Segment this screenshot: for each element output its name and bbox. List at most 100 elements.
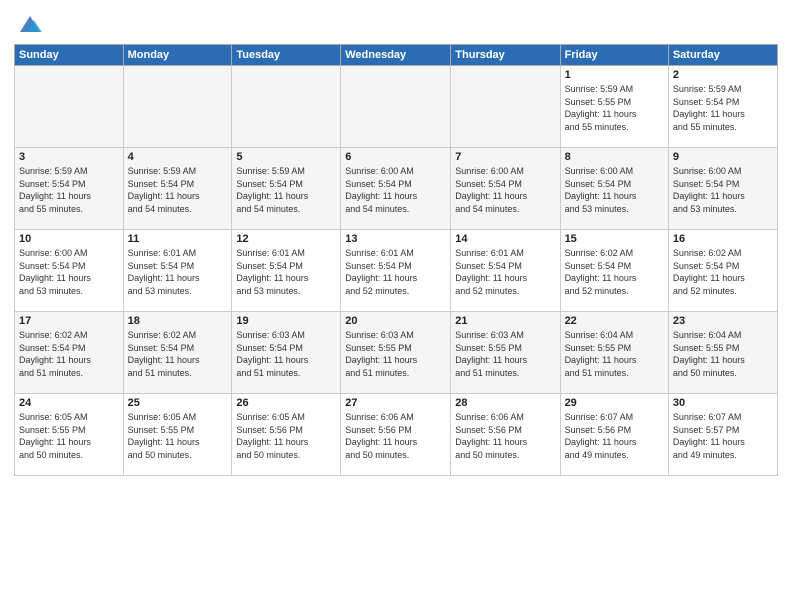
day-number: 27 <box>345 397 446 409</box>
calendar-cell: 17 Sunrise: 6:02 AM Sunset: 5:54 PM Dayli… <box>15 312 124 394</box>
calendar-cell: 14Sunrise: 6:01 AM Sunset: 5:54 PM Dayli… <box>451 230 560 312</box>
day-number: 12 <box>236 233 336 245</box>
calendar-cell: 21 Sunrise: 6:03 AM Sunset: 5:55 PM Dayli… <box>451 312 560 394</box>
calendar-week-row: 1 Sunrise: 5:59 AM Sunset: 5:55 PM Daylig… <box>15 66 778 148</box>
day-number: 4 <box>128 151 228 163</box>
calendar-cell: 29Sunrise: 6:07 AM Sunset: 5:56 PM Dayli… <box>560 394 668 476</box>
day-info: Sunrise: 5:59 AM Sunset: 5:54 PM Dayligh… <box>128 165 228 215</box>
calendar-cell <box>232 66 341 148</box>
calendar-cell <box>451 66 560 148</box>
day-info: Sunrise: 5:59 AM Sunset: 5:54 PM Dayligh… <box>19 165 119 215</box>
calendar-cell: 22 Sunrise: 6:04 AM Sunset: 5:55 PM Dayli… <box>560 312 668 394</box>
calendar-cell: 30 Sunrise: 6:07 AM Sunset: 5:57 PM Dayli… <box>668 394 777 476</box>
calendar-cell: 9 Sunrise: 6:00 AM Sunset: 5:54 PM Daylig… <box>668 148 777 230</box>
calendar-cell: 7 Sunrise: 6:00 AM Sunset: 5:54 PM Daylig… <box>451 148 560 230</box>
weekday-header-friday: Friday <box>560 45 668 66</box>
day-info: Sunrise: 6:02 AM Sunset: 5:54 PM Dayligh… <box>128 329 228 379</box>
day-number: 21 <box>455 315 555 327</box>
weekday-header-wednesday: Wednesday <box>341 45 451 66</box>
day-number: 6 <box>345 151 446 163</box>
day-info: Sunrise: 6:04 AM Sunset: 5:55 PM Dayligh… <box>565 329 664 379</box>
day-number: 18 <box>128 315 228 327</box>
calendar-cell: 10 Sunrise: 6:00 AM Sunset: 5:54 PM Dayli… <box>15 230 124 312</box>
calendar-cell: 23 Sunrise: 6:04 AM Sunset: 5:55 PM Dayli… <box>668 312 777 394</box>
calendar-table: SundayMondayTuesdayWednesdayThursdayFrid… <box>14 44 778 476</box>
day-info: Sunrise: 6:02 AM Sunset: 5:54 PM Dayligh… <box>19 329 119 379</box>
calendar-cell: 19 Sunrise: 6:03 AM Sunset: 5:54 PM Dayli… <box>232 312 341 394</box>
calendar-cell: 27 Sunrise: 6:06 AM Sunset: 5:56 PM Dayli… <box>341 394 451 476</box>
day-info: Sunrise: 6:00 AM Sunset: 5:54 PM Dayligh… <box>455 165 555 215</box>
day-info: Sunrise: 6:05 AM Sunset: 5:55 PM Dayligh… <box>128 411 228 461</box>
day-info: Sunrise: 5:59 AM Sunset: 5:54 PM Dayligh… <box>236 165 336 215</box>
calendar-cell: 1 Sunrise: 5:59 AM Sunset: 5:55 PM Daylig… <box>560 66 668 148</box>
day-info: Sunrise: 5:59 AM Sunset: 5:54 PM Dayligh… <box>673 83 773 133</box>
day-info: Sunrise: 6:05 AM Sunset: 5:56 PM Dayligh… <box>236 411 336 461</box>
logo-icon <box>16 10 44 38</box>
calendar-cell <box>15 66 124 148</box>
day-number: 3 <box>19 151 119 163</box>
weekday-header-saturday: Saturday <box>668 45 777 66</box>
day-number: 13 <box>345 233 446 245</box>
day-info: Sunrise: 6:01 AM Sunset: 5:54 PM Dayligh… <box>455 247 555 297</box>
day-info: Sunrise: 6:07 AM Sunset: 5:57 PM Dayligh… <box>673 411 773 461</box>
calendar-cell <box>341 66 451 148</box>
weekday-header-row: SundayMondayTuesdayWednesdayThursdayFrid… <box>15 45 778 66</box>
page: SundayMondayTuesdayWednesdayThursdayFrid… <box>0 0 792 612</box>
day-number: 20 <box>345 315 446 327</box>
calendar-cell: 15Sunrise: 6:02 AM Sunset: 5:54 PM Dayli… <box>560 230 668 312</box>
weekday-header-monday: Monday <box>123 45 232 66</box>
day-info: Sunrise: 6:00 AM Sunset: 5:54 PM Dayligh… <box>19 247 119 297</box>
day-info: Sunrise: 6:06 AM Sunset: 5:56 PM Dayligh… <box>345 411 446 461</box>
day-number: 8 <box>565 151 664 163</box>
weekday-header-tuesday: Tuesday <box>232 45 341 66</box>
day-number: 1 <box>565 69 664 81</box>
day-number: 24 <box>19 397 119 409</box>
calendar-cell <box>123 66 232 148</box>
day-info: Sunrise: 6:06 AM Sunset: 5:56 PM Dayligh… <box>455 411 555 461</box>
day-number: 11 <box>128 233 228 245</box>
day-number: 30 <box>673 397 773 409</box>
day-info: Sunrise: 6:00 AM Sunset: 5:54 PM Dayligh… <box>673 165 773 215</box>
calendar-cell: 6Sunrise: 6:00 AM Sunset: 5:54 PM Daylig… <box>341 148 451 230</box>
day-number: 29 <box>565 397 664 409</box>
day-info: Sunrise: 6:05 AM Sunset: 5:55 PM Dayligh… <box>19 411 119 461</box>
day-number: 7 <box>455 151 555 163</box>
day-number: 15 <box>565 233 664 245</box>
calendar-cell: 16 Sunrise: 6:02 AM Sunset: 5:54 PM Dayli… <box>668 230 777 312</box>
day-info: Sunrise: 6:02 AM Sunset: 5:54 PM Dayligh… <box>673 247 773 297</box>
day-info: Sunrise: 5:59 AM Sunset: 5:55 PM Dayligh… <box>565 83 664 133</box>
day-info: Sunrise: 6:03 AM Sunset: 5:55 PM Dayligh… <box>455 329 555 379</box>
day-number: 10 <box>19 233 119 245</box>
header <box>14 10 778 38</box>
calendar-cell: 3 Sunrise: 5:59 AM Sunset: 5:54 PM Daylig… <box>15 148 124 230</box>
day-number: 9 <box>673 151 773 163</box>
calendar-cell: 25Sunrise: 6:05 AM Sunset: 5:55 PM Dayli… <box>123 394 232 476</box>
logo <box>14 10 44 38</box>
calendar-cell: 11 Sunrise: 6:01 AM Sunset: 5:54 PM Dayli… <box>123 230 232 312</box>
day-info: Sunrise: 6:03 AM Sunset: 5:54 PM Dayligh… <box>236 329 336 379</box>
day-info: Sunrise: 6:03 AM Sunset: 5:55 PM Dayligh… <box>345 329 446 379</box>
day-info: Sunrise: 6:01 AM Sunset: 5:54 PM Dayligh… <box>345 247 446 297</box>
day-info: Sunrise: 6:01 AM Sunset: 5:54 PM Dayligh… <box>128 247 228 297</box>
day-number: 5 <box>236 151 336 163</box>
day-number: 17 <box>19 315 119 327</box>
day-number: 19 <box>236 315 336 327</box>
calendar-cell: 13 Sunrise: 6:01 AM Sunset: 5:54 PM Dayli… <box>341 230 451 312</box>
day-info: Sunrise: 6:04 AM Sunset: 5:55 PM Dayligh… <box>673 329 773 379</box>
day-number: 22 <box>565 315 664 327</box>
calendar-cell: 4 Sunrise: 5:59 AM Sunset: 5:54 PM Daylig… <box>123 148 232 230</box>
calendar-week-row: 24 Sunrise: 6:05 AM Sunset: 5:55 PM Dayli… <box>15 394 778 476</box>
day-info: Sunrise: 6:01 AM Sunset: 5:54 PM Dayligh… <box>236 247 336 297</box>
calendar-cell: 2 Sunrise: 5:59 AM Sunset: 5:54 PM Daylig… <box>668 66 777 148</box>
day-number: 23 <box>673 315 773 327</box>
day-number: 28 <box>455 397 555 409</box>
calendar-cell: 18 Sunrise: 6:02 AM Sunset: 5:54 PM Dayli… <box>123 312 232 394</box>
calendar-cell: 8Sunrise: 6:00 AM Sunset: 5:54 PM Daylig… <box>560 148 668 230</box>
calendar-cell: 28 Sunrise: 6:06 AM Sunset: 5:56 PM Dayli… <box>451 394 560 476</box>
calendar-week-row: 10 Sunrise: 6:00 AM Sunset: 5:54 PM Dayli… <box>15 230 778 312</box>
day-number: 2 <box>673 69 773 81</box>
weekday-header-thursday: Thursday <box>451 45 560 66</box>
day-number: 16 <box>673 233 773 245</box>
calendar-cell: 20 Sunrise: 6:03 AM Sunset: 5:55 PM Dayli… <box>341 312 451 394</box>
weekday-header-sunday: Sunday <box>15 45 124 66</box>
